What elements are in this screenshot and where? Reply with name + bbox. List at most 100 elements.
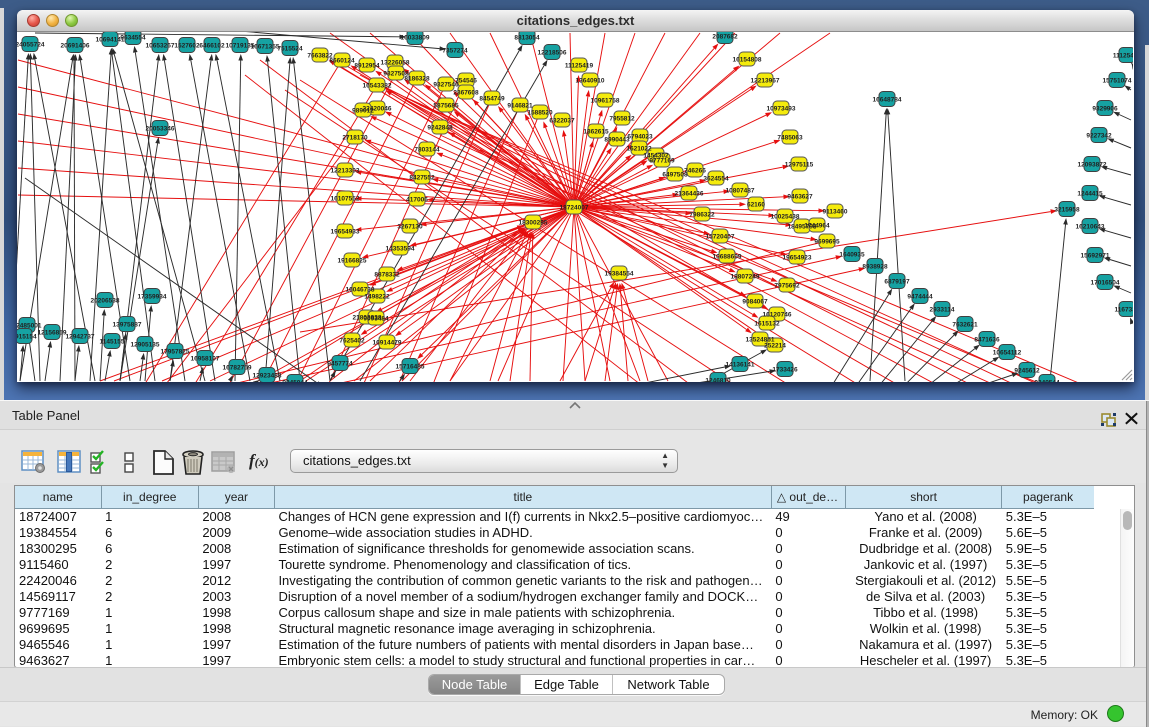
svg-text:7986322: 7986322	[689, 212, 715, 219]
svg-text:24055724: 24055724	[17, 42, 45, 49]
svg-text:9777169: 9777169	[649, 158, 675, 165]
svg-text:11125419: 11125419	[565, 63, 594, 70]
svg-text:16107552: 16107552	[331, 196, 360, 203]
svg-text:1498222: 1498222	[364, 294, 390, 301]
svg-text:8813054: 8813054	[514, 35, 540, 42]
svg-text:10807487: 10807487	[726, 188, 755, 195]
svg-text:19384554: 19384554	[605, 271, 634, 278]
svg-text:3267130: 3267130	[397, 224, 423, 231]
svg-text:2718170: 2718170	[342, 135, 368, 142]
svg-text:10653267: 10653267	[146, 43, 175, 50]
svg-text:19654923: 19654923	[783, 255, 812, 262]
svg-text:9245044: 9245044	[282, 380, 308, 383]
svg-text:252214: 252214	[764, 343, 786, 350]
svg-text:3624554: 3624554	[703, 176, 729, 183]
svg-text:7357274: 7357274	[442, 48, 468, 55]
svg-text:12213967: 12213967	[751, 78, 780, 85]
svg-text:18300295: 18300295	[519, 220, 548, 227]
svg-text:62160: 62160	[747, 202, 765, 209]
svg-text:12923488: 12923488	[253, 373, 282, 380]
svg-text:7515524: 7515524	[277, 46, 303, 53]
svg-text:17359934: 17359934	[138, 294, 167, 301]
svg-text:6322037: 6322037	[549, 118, 575, 125]
svg-text:16648784: 16648784	[873, 97, 902, 104]
svg-text:9227342: 9227342	[1086, 133, 1112, 140]
svg-text:6879197: 6879197	[884, 279, 910, 286]
svg-text:9699695: 9699695	[814, 239, 840, 246]
svg-text:7632621: 7632621	[952, 322, 978, 329]
svg-text:9084067: 9084067	[742, 299, 768, 306]
svg-text:16046738: 16046738	[346, 287, 375, 294]
svg-text:21364436: 21364436	[675, 191, 704, 198]
svg-text:16914479: 16914479	[373, 340, 402, 347]
svg-text:9457774: 9457774	[327, 361, 353, 368]
svg-text:13640910: 13640910	[576, 78, 605, 85]
svg-text:8186328: 8186328	[404, 76, 430, 83]
svg-text:8990443: 8990443	[604, 137, 630, 144]
svg-text:1744964: 1744964	[804, 223, 830, 230]
svg-text:1145155: 1145155	[100, 339, 125, 346]
svg-text:17957825: 17957825	[161, 349, 190, 356]
svg-text:1244415: 1244415	[1077, 191, 1103, 198]
svg-text:7485063: 7485063	[777, 135, 803, 142]
svg-text:15751074: 15751074	[1103, 78, 1132, 85]
svg-text:2087682: 2087682	[712, 34, 738, 41]
svg-text:14136141: 14136141	[726, 362, 755, 369]
svg-text:10961758: 10961758	[591, 98, 620, 105]
svg-text:12213303: 12213303	[331, 168, 360, 175]
svg-text:18724007: 18724007	[560, 205, 589, 212]
svg-text:12905135: 12905135	[131, 342, 160, 349]
svg-text:1362615: 1362615	[583, 129, 609, 136]
svg-text:9113460: 9113460	[823, 209, 848, 216]
svg-text:8912954: 8912954	[354, 63, 380, 70]
svg-text:15716485: 15716485	[396, 364, 425, 371]
svg-text:5875685: 5875685	[433, 103, 459, 110]
svg-text:7803144: 7803144	[414, 147, 440, 154]
svg-text:7955812: 7955812	[609, 116, 635, 123]
svg-text:8427552: 8427552	[409, 175, 435, 182]
svg-text:9242848: 9242848	[427, 125, 453, 132]
svg-text:11125419: 11125419	[1113, 53, 1133, 60]
svg-text:12218506: 12218506	[538, 50, 567, 57]
svg-text:417006: 417006	[406, 197, 428, 204]
svg-text:1640935: 1640935	[839, 252, 865, 259]
svg-text:12485001: 12485001	[17, 323, 42, 330]
svg-text:20691406: 20691406	[61, 43, 90, 50]
svg-text:9474444: 9474444	[907, 294, 933, 301]
svg-text:8471636: 8471636	[974, 337, 1000, 344]
svg-text:18807249: 18807249	[731, 274, 760, 281]
svg-text:12093872: 12093872	[1078, 162, 1107, 169]
svg-text:8938928: 8938928	[862, 264, 888, 271]
svg-text:2367608: 2367608	[453, 90, 479, 97]
svg-text:6794023: 6794023	[627, 134, 653, 141]
svg-text:746266: 746266	[684, 168, 706, 175]
svg-text:1527602: 1527602	[174, 43, 200, 50]
svg-text:1733426: 1733426	[772, 367, 798, 374]
svg-text:9245612: 9245612	[1014, 368, 1040, 375]
svg-text:1588520: 1588520	[527, 110, 553, 117]
svg-text:1246810: 1246810	[705, 378, 731, 383]
svg-text:9146821: 9146821	[507, 103, 533, 110]
svg-text:10025438: 10025438	[771, 214, 800, 221]
svg-text:16782759: 16782759	[223, 365, 252, 372]
svg-text:1167332: 1167332	[1115, 307, 1133, 314]
svg-text:16210643: 16210643	[1076, 224, 1105, 231]
svg-text:9634554: 9634554	[120, 35, 146, 42]
svg-text:9329906: 9329906	[1092, 106, 1118, 113]
svg-text:2933114: 2933114	[930, 307, 955, 314]
svg-text:13975887: 13975887	[113, 322, 142, 329]
svg-text:19654933: 19654933	[331, 229, 360, 236]
svg-text:17016504: 17016504	[1091, 280, 1120, 287]
svg-text:8454749: 8454749	[479, 96, 505, 103]
svg-text:12156859: 12156859	[38, 330, 67, 337]
svg-text:1621022: 1621022	[626, 146, 652, 153]
svg-text:6466102: 6466102	[199, 43, 225, 50]
svg-text:20053346: 20053346	[146, 126, 175, 133]
svg-text:1615132: 1615132	[754, 321, 780, 328]
svg-text:10688609: 10688609	[713, 254, 742, 261]
svg-text:3915154: 3915154	[17, 334, 37, 341]
svg-text:7975692: 7975692	[774, 283, 800, 290]
svg-text:19166825: 19166825	[338, 258, 367, 265]
svg-text:16033809: 16033809	[401, 35, 430, 42]
svg-text:16120746: 16120746	[763, 312, 792, 319]
